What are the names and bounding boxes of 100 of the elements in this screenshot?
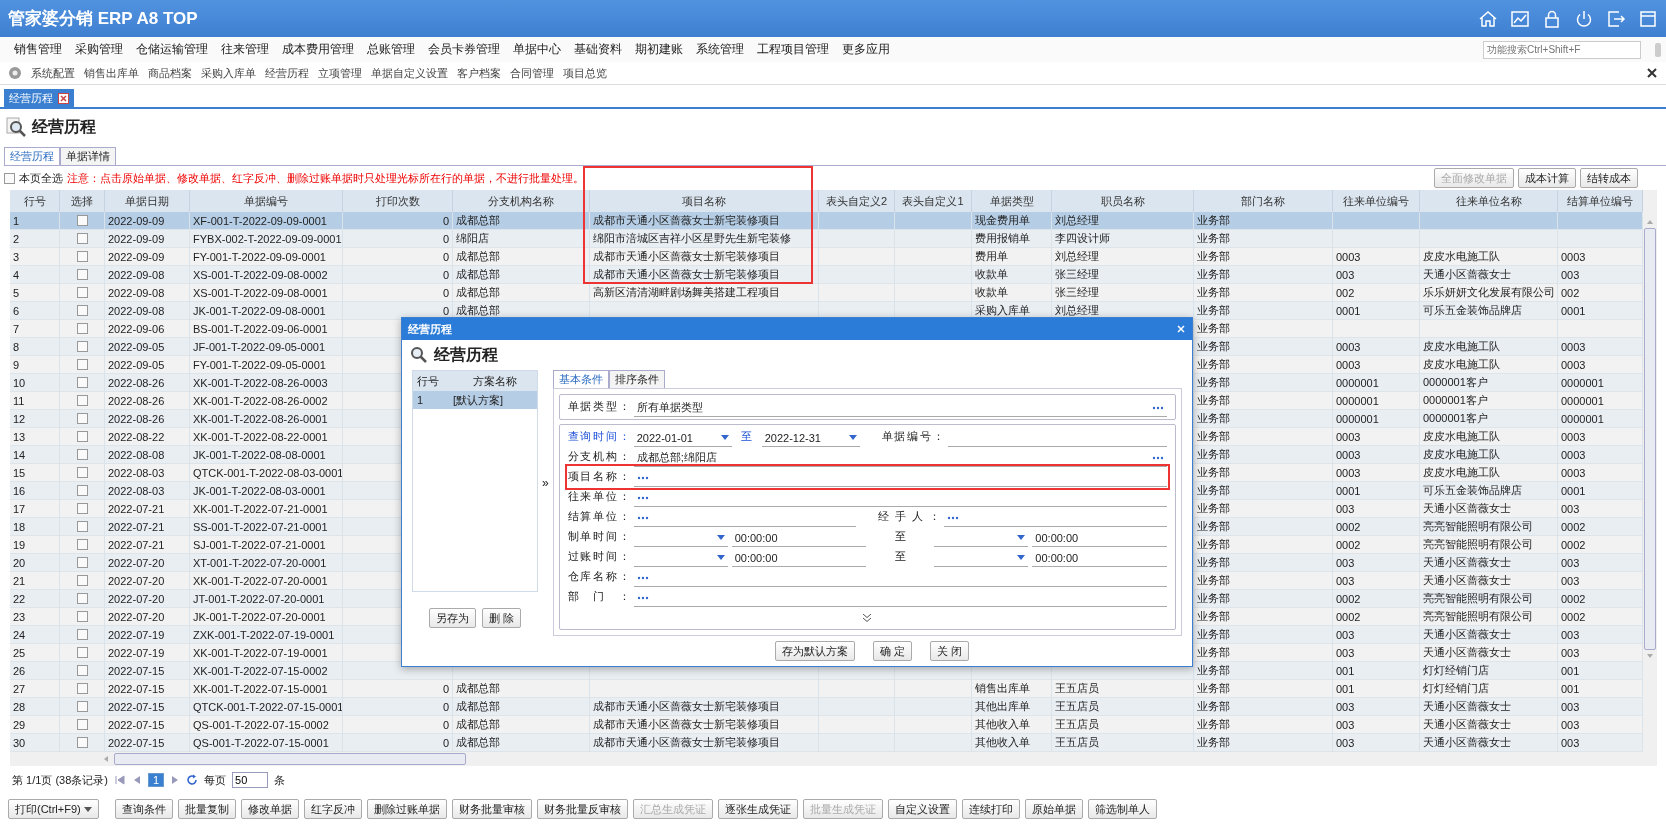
table-cell: 2022-07-19 <box>108 628 165 641</box>
table-cell: XK-001-T-2022-07-20-0001 <box>193 574 328 587</box>
table-cell: 成都总部 <box>456 699 500 714</box>
table-cell: 0 <box>442 736 449 749</box>
table-cell: 5 <box>13 286 20 299</box>
table-cell: QTCK-001-T-2022-08-03-0001 <box>193 466 342 479</box>
table-cell: 0000001客户 <box>1423 393 1488 408</box>
table-cell: QS-001-T-2022-07-15-0001 <box>193 736 329 749</box>
table-cell: 2022-07-20 <box>108 592 165 605</box>
table-cell: 0001 <box>1336 304 1361 317</box>
table-cell: 成都总部 <box>456 249 500 264</box>
table-cell: 13 <box>13 430 26 443</box>
range-label: 至 <box>893 529 907 544</box>
table-cell: 0001 <box>1561 484 1586 497</box>
table-cell: 0000001客户 <box>1423 375 1488 390</box>
table-cell: 2022-07-21 <box>108 538 165 551</box>
table-cell: 0003 <box>1336 358 1361 371</box>
table-cell: 业务部 <box>1197 393 1230 408</box>
table-cell: XK-001-T-2022-07-15-0002 <box>193 664 328 677</box>
table-cell: 2022-08-22 <box>108 430 165 443</box>
dialog-title: 经营历程 <box>408 321 452 337</box>
table-cell: 19 <box>13 538 26 551</box>
table-cell: XF-001-T-2022-09-09-0001 <box>193 214 327 227</box>
table-cell: 张三经理 <box>1055 267 1099 282</box>
table-cell: 费用单 <box>975 249 1008 264</box>
field-label: 往来单位： <box>567 489 630 504</box>
table-cell: 业务部 <box>1197 321 1230 336</box>
table-cell: 现金费用单 <box>975 213 1030 228</box>
table-cell: 16 <box>13 484 26 497</box>
table-cell: FY-001-T-2022-09-09-0001 <box>193 250 326 263</box>
table-cell: 003 <box>1336 556 1355 569</box>
table-cell: 业务部 <box>1197 249 1230 264</box>
table-cell: 2022-07-19 <box>108 646 165 659</box>
table-cell: 0 <box>442 718 449 731</box>
table-cell: 28 <box>13 700 26 713</box>
table-cell: 21 <box>13 574 26 587</box>
table-cell: JK-001-T-2022-07-20-0001 <box>193 610 326 623</box>
table-cell: 003 <box>1336 502 1355 515</box>
table-cell: 003 <box>1561 502 1580 515</box>
table-cell: 2022-07-15 <box>108 718 165 731</box>
table-cell: 业务部 <box>1197 267 1230 282</box>
table-cell: 业务部 <box>1197 645 1230 660</box>
table-cell: 0002 <box>1561 610 1586 623</box>
table-cell: 003 <box>1336 628 1355 641</box>
table-cell: 2022-07-20 <box>108 574 165 587</box>
table-cell: 0003 <box>1561 448 1586 461</box>
table-cell-text: 1 <box>416 394 425 406</box>
notice-text: 注意：点击原始单据、修改单据、红字反冲、删除过账单据时只处理光标所在行的单据，不进行批量处理。 <box>67 170 584 186</box>
table-cell: 2022-07-15 <box>108 664 165 677</box>
table-cell: 成都总部 <box>456 285 500 300</box>
table-cell: 2022-09-09 <box>108 214 165 227</box>
table-cell: 2022-07-21 <box>108 520 165 533</box>
table-cell: 14 <box>13 448 26 461</box>
table-cell: QS-001-T-2022-07-15-0002 <box>193 718 329 731</box>
table-cell: 0 <box>442 232 449 245</box>
per-page-unit: 条 <box>274 772 286 788</box>
table-cell: 0003 <box>1336 430 1361 443</box>
table-cell: FYBX-002-T-2022-09-09-0001 <box>193 232 342 245</box>
table-cell: 0003 <box>1336 250 1361 263</box>
table-cell: 业务部 <box>1197 519 1230 534</box>
per-page-label: 每页 <box>204 772 227 788</box>
table-cell: 0003 <box>1336 340 1361 353</box>
field-label: 制单时间： <box>567 529 630 544</box>
table-cell: 10 <box>13 376 26 389</box>
table-cell: 2022-07-21 <box>108 502 165 515</box>
table-cell: 6 <box>13 304 20 317</box>
table-cell: 天通小区蔷薇女士 <box>1423 645 1511 660</box>
table-cell: 0002 <box>1336 538 1361 551</box>
table-cell: 刘总经理 <box>1055 303 1099 318</box>
table-cell: 成都总部 <box>456 681 500 696</box>
table-cell: 003 <box>1561 700 1580 713</box>
table-cell: SS-001-T-2022-07-21-0001 <box>193 520 328 533</box>
table-cell: 天通小区蔷薇女士 <box>1423 573 1511 588</box>
table-cell: 27 <box>13 682 26 695</box>
table-cell: 天通小区蔷薇女士 <box>1423 699 1511 714</box>
field-label: 查询时间： <box>567 429 630 444</box>
table-cell: 0000001 <box>1561 412 1604 425</box>
table-cell: 2022-09-05 <box>108 358 165 371</box>
table-cell: 0003 <box>1336 448 1361 461</box>
table-cell: 2022-09-09 <box>108 250 165 263</box>
table-cell: 灯灯经销门店 <box>1423 681 1489 696</box>
table-cell: 0000001 <box>1561 376 1604 389</box>
table-cell: 002 <box>1561 286 1580 299</box>
table-cell: 业务部 <box>1197 681 1230 696</box>
table-cell: 业务部 <box>1197 303 1230 318</box>
table-cell: 刘总经理 <box>1055 213 1099 228</box>
table-cell: 业务部 <box>1197 231 1230 246</box>
table-cell: 可乐五金装饰品牌店 <box>1423 483 1522 498</box>
table-cell: 23 <box>13 610 26 623</box>
table-cell: 2022-09-06 <box>108 322 165 335</box>
table-cell: SJ-001-T-2022-07-21-0001 <box>193 538 326 551</box>
table-cell: JT-001-T-2022-07-20-0001 <box>193 592 325 605</box>
table-cell: 成都市天通小区蔷薇女士新宅装修项目 <box>593 735 780 750</box>
table-cell: 王五店员 <box>1055 681 1099 696</box>
table-cell: 业务部 <box>1197 609 1230 624</box>
table-cell: 业务部 <box>1197 573 1230 588</box>
table-cell: 王五店员 <box>1055 717 1099 732</box>
table-cell: 003 <box>1561 574 1580 587</box>
column-header: 方案名称 <box>472 373 518 389</box>
table-cell: 30 <box>13 736 26 749</box>
